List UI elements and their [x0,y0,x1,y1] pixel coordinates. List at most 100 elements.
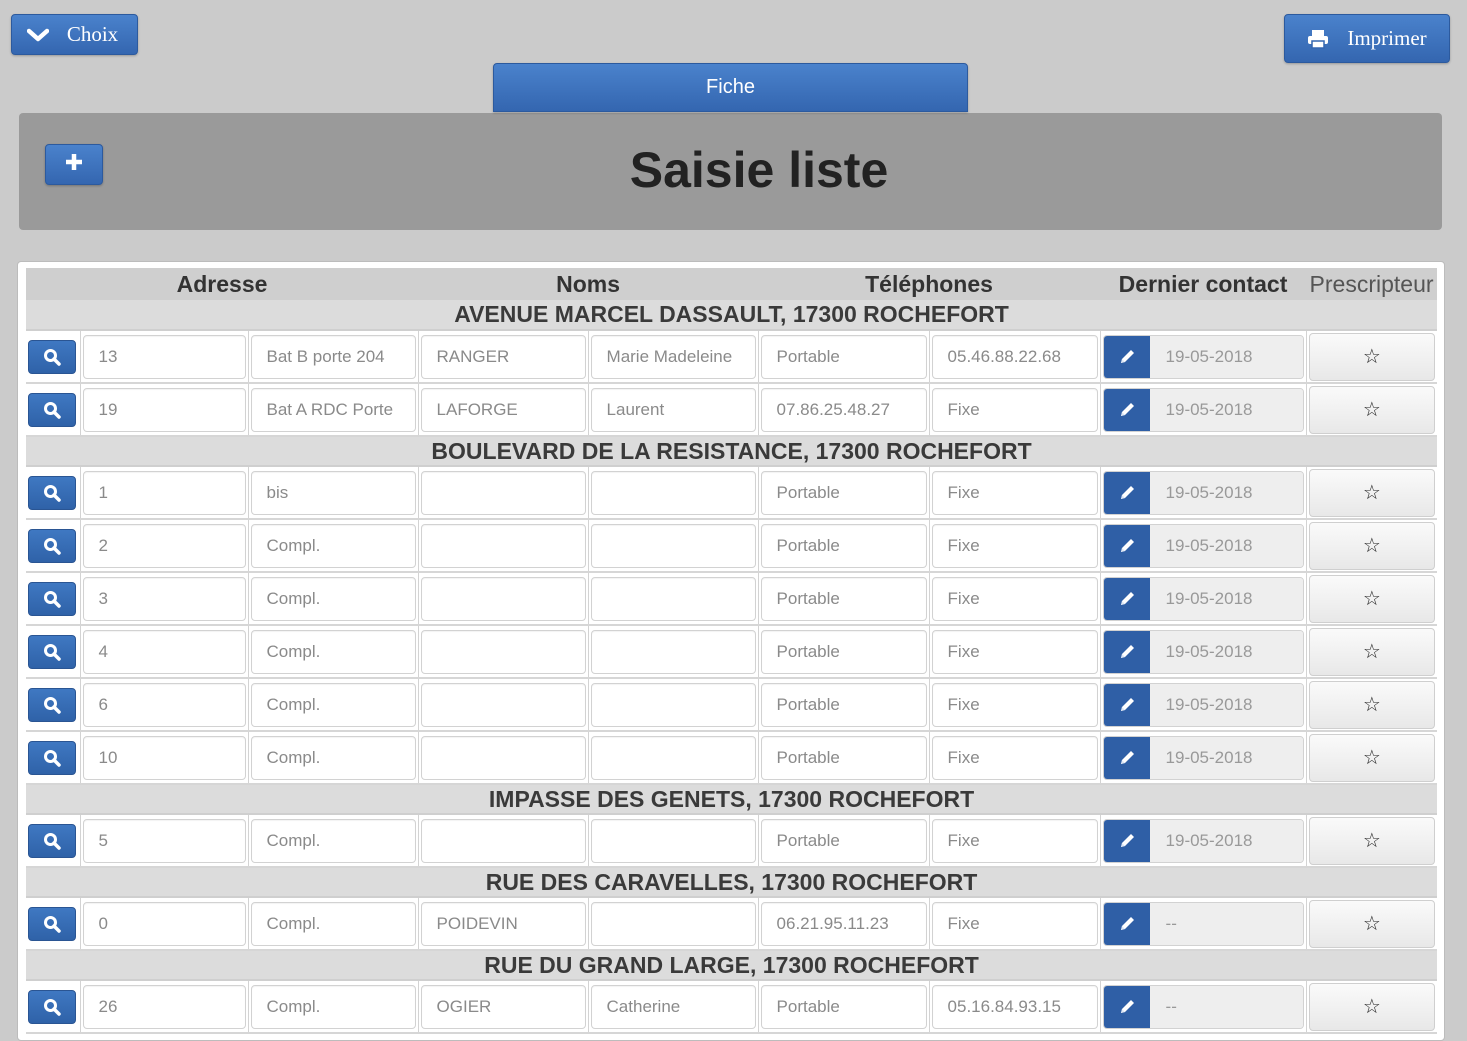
complement-field[interactable]: Compl. [250,901,416,946]
landline-phone-field[interactable]: Fixe [931,629,1098,674]
prescriber-button[interactable]: ☆ [1308,733,1436,782]
edit-contact-button[interactable] [1103,388,1150,431]
mobile-phone-field[interactable]: Portable [760,735,927,780]
first-name-field[interactable] [590,735,756,780]
street-number-field[interactable]: 6 [82,682,246,727]
first-name-field[interactable]: Marie Madeleine [590,334,756,379]
complement-field[interactable]: Compl. [250,523,416,568]
landline-phone-field[interactable]: Fixe [931,682,1098,727]
complement-field[interactable]: Bat A RDC Porte [250,387,416,432]
mobile-phone-field[interactable]: Portable [760,576,927,621]
mobile-phone-field[interactable]: 07.86.25.48.27 [760,387,927,432]
street-number-field[interactable]: 1 [82,470,246,515]
landline-phone-field[interactable]: Fixe [931,523,1098,568]
last-name-field[interactable] [420,818,586,863]
street-number-field[interactable]: 2 [82,523,246,568]
street-number-field[interactable]: 26 [82,984,246,1029]
search-button[interactable] [28,989,76,1024]
search-button[interactable] [28,634,76,669]
complement-field[interactable]: Compl. [250,984,416,1029]
street-number-field[interactable]: 5 [82,818,246,863]
edit-contact-button[interactable] [1103,985,1150,1028]
complement-field[interactable]: Compl. [250,629,416,674]
first-name-field[interactable]: Laurent [590,387,756,432]
landline-phone-field[interactable]: Fixe [931,818,1098,863]
last-name-field[interactable]: LAFORGE [420,387,586,432]
prescriber-button[interactable]: ☆ [1308,332,1436,381]
print-button[interactable]: Imprimer [1284,14,1450,63]
search-button[interactable] [28,823,76,858]
last-name-field[interactable]: OGIER [420,984,586,1029]
prescriber-button[interactable]: ☆ [1308,627,1436,676]
mobile-phone-field[interactable]: Portable [760,682,927,727]
complement-field[interactable]: Bat B porte 204 [250,334,416,379]
first-name-field[interactable] [590,470,756,515]
landline-phone-field[interactable]: 05.16.84.93.15 [931,984,1098,1029]
edit-contact-button[interactable] [1103,335,1150,378]
mobile-phone-field[interactable]: Portable [760,334,927,379]
last-name-field[interactable] [420,470,586,515]
prescriber-button[interactable]: ☆ [1308,574,1436,623]
search-button[interactable] [28,528,76,563]
edit-contact-button[interactable] [1103,471,1150,514]
fiche-tab[interactable]: Fiche [493,63,968,112]
complement-field[interactable]: bis [250,470,416,515]
edit-contact-button[interactable] [1103,902,1150,945]
street-number-field[interactable]: 19 [82,387,246,432]
street-number-field[interactable]: 10 [82,735,246,780]
first-name-field[interactable] [590,901,756,946]
street-number-field[interactable]: 4 [82,629,246,674]
edit-contact-button[interactable] [1103,736,1150,779]
prescriber-button[interactable]: ☆ [1308,816,1436,865]
edit-contact-button[interactable] [1103,577,1150,620]
street-number-field[interactable]: 13 [82,334,246,379]
mobile-phone-field[interactable]: Portable [760,470,927,515]
mobile-phone-field[interactable]: Portable [760,523,927,568]
landline-phone-field[interactable]: Fixe [931,470,1098,515]
choix-button[interactable]: Choix [11,14,138,55]
last-name-field[interactable] [420,629,586,674]
landline-phone-field[interactable]: Fixe [931,901,1098,946]
last-name-field[interactable]: POIDEVIN [420,901,586,946]
edit-contact-button[interactable] [1103,630,1150,673]
prescriber-button[interactable]: ☆ [1308,982,1436,1031]
last-name-field[interactable]: RANGER [420,334,586,379]
first-name-field[interactable]: Catherine [590,984,756,1029]
prescriber-button[interactable]: ☆ [1308,385,1436,434]
mobile-phone-field[interactable]: 06.21.95.11.23 [760,901,927,946]
mobile-phone-field[interactable]: Portable [760,818,927,863]
landline-phone-field[interactable]: 05.46.88.22.68 [931,334,1098,379]
search-button[interactable] [28,740,76,775]
complement-field[interactable]: Compl. [250,576,416,621]
street-number-field[interactable]: 3 [82,576,246,621]
search-button[interactable] [28,581,76,616]
search-button[interactable] [28,392,76,427]
landline-phone-field[interactable]: Fixe [931,735,1098,780]
last-name-field[interactable] [420,576,586,621]
search-button[interactable] [28,339,76,374]
first-name-field[interactable] [590,682,756,727]
edit-contact-button[interactable] [1103,819,1150,862]
first-name-field[interactable] [590,629,756,674]
first-name-field[interactable] [590,818,756,863]
search-button[interactable] [28,906,76,941]
last-name-field[interactable] [420,682,586,727]
street-number-field[interactable]: 0 [82,901,246,946]
landline-phone-field[interactable]: Fixe [931,387,1098,432]
prescriber-button[interactable]: ☆ [1308,521,1436,570]
mobile-phone-field[interactable]: Portable [760,629,927,674]
edit-contact-button[interactable] [1103,524,1150,567]
last-name-field[interactable] [420,523,586,568]
complement-field[interactable]: Compl. [250,735,416,780]
search-button[interactable] [28,687,76,722]
prescriber-button[interactable]: ☆ [1308,468,1436,517]
prescriber-button[interactable]: ☆ [1308,899,1436,948]
prescriber-button[interactable]: ☆ [1308,680,1436,729]
mobile-phone-field[interactable]: Portable [760,984,927,1029]
first-name-field[interactable] [590,576,756,621]
search-button[interactable] [28,475,76,510]
complement-field[interactable]: Compl. [250,818,416,863]
complement-field[interactable]: Compl. [250,682,416,727]
last-name-field[interactable] [420,735,586,780]
landline-phone-field[interactable]: Fixe [931,576,1098,621]
